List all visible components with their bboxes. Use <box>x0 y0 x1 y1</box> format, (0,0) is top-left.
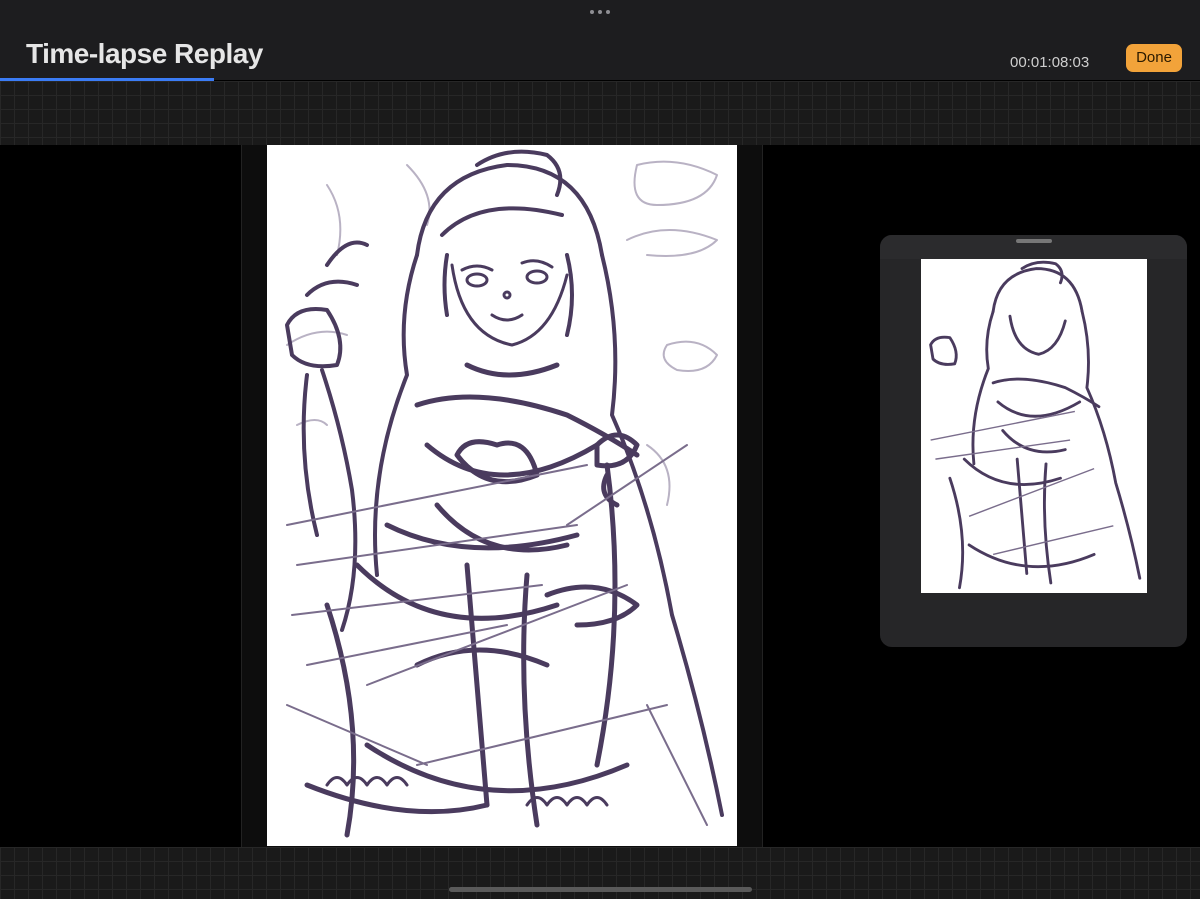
drag-handle-icon[interactable] <box>1016 239 1052 243</box>
timecode-readout: 00:01:08:03 <box>1010 54 1090 71</box>
done-button[interactable]: Done <box>1126 44 1182 72</box>
reference-sketch-drawing <box>929 260 1142 590</box>
reference-thumbnail <box>921 259 1147 593</box>
grid-background-top <box>0 81 1200 145</box>
sketch-artwork <box>267 145 737 846</box>
sketch-drawing <box>285 149 724 838</box>
page-title: Time-lapse Replay <box>26 38 263 69</box>
reference-window[interactable] <box>880 235 1187 647</box>
home-indicator[interactable] <box>449 887 752 892</box>
ellipsis-icon[interactable] <box>588 6 612 18</box>
top-bar: Time-lapse Replay 00:01:08:03 Done <box>0 0 1200 81</box>
